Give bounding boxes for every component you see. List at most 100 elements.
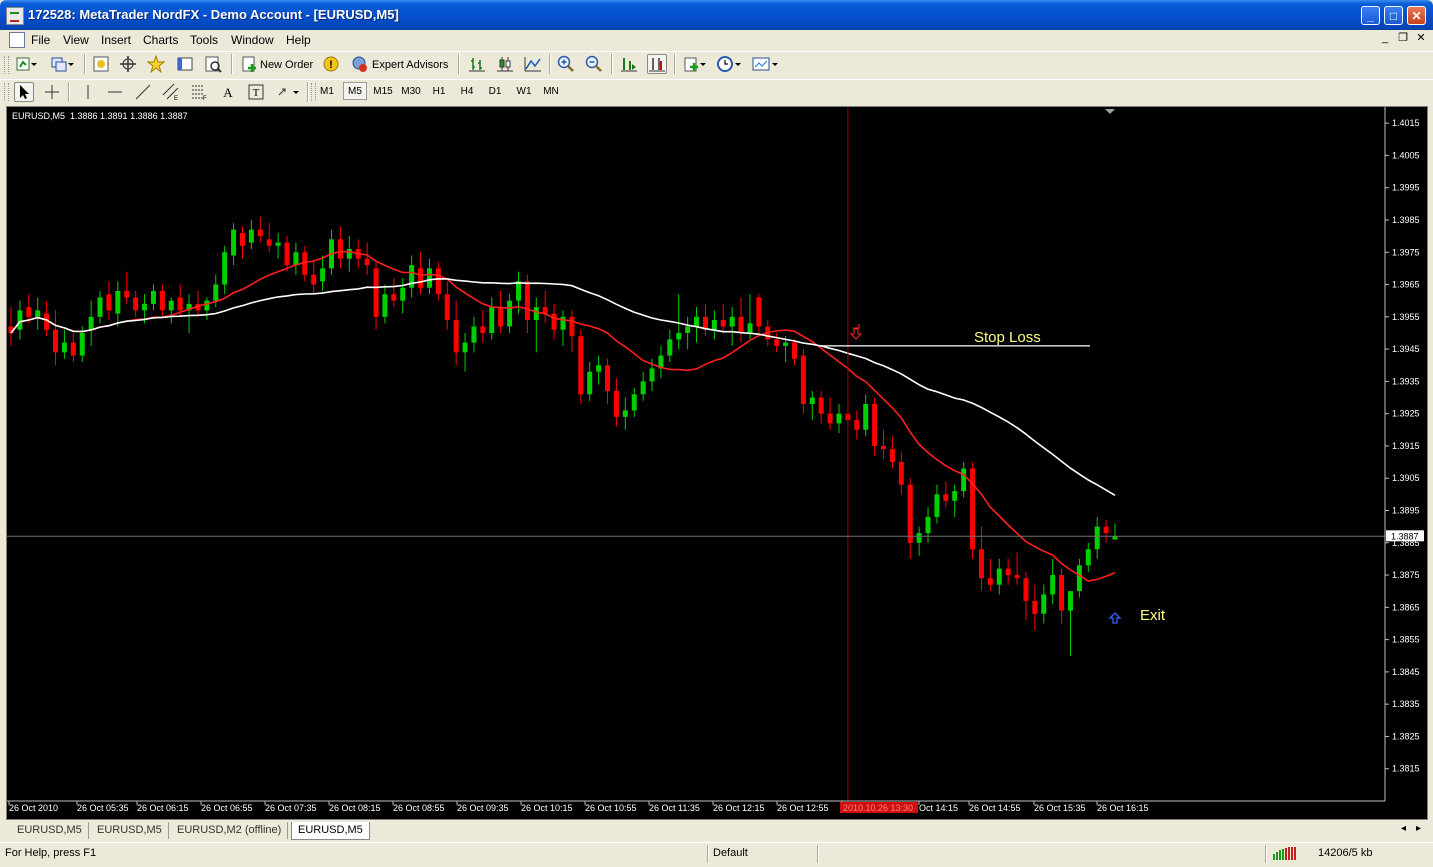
data-window-icon[interactable]: [119, 55, 137, 73]
candle-body: [1103, 526, 1109, 534]
candle-body: [711, 320, 717, 330]
chart-window-icon[interactable]: [9, 32, 25, 48]
timeframe-m5[interactable]: M5: [343, 82, 367, 100]
profiles-icon[interactable]: [51, 55, 74, 73]
candle-body: [756, 297, 762, 327]
periods-icon[interactable]: [716, 55, 741, 73]
child-restore-icon[interactable]: ❐: [1396, 31, 1410, 45]
price-tick-label: 1.3965: [1392, 280, 1420, 290]
maximize-button[interactable]: □: [1384, 6, 1403, 25]
new-order-button[interactable]: New Order: [260, 59, 313, 71]
zoom-out-icon[interactable]: [585, 55, 603, 73]
timeframe-h1[interactable]: H1: [427, 83, 451, 101]
vertical-line-icon[interactable]: [79, 83, 97, 101]
timeframe-m1[interactable]: M1: [315, 83, 339, 101]
child-minimize-icon[interactable]: _: [1378, 31, 1392, 45]
candle-body: [489, 307, 495, 333]
candle-body: [168, 300, 174, 311]
candle-body: [783, 342, 789, 346]
menu-help[interactable]: Help: [286, 33, 311, 47]
warning-icon[interactable]: !: [322, 55, 340, 73]
terminal-icon[interactable]: [176, 55, 194, 73]
crosshair-icon[interactable]: [43, 83, 61, 101]
exit-arrow-icon: [1108, 612, 1122, 624]
price-tick-label: 1.3865: [1392, 602, 1420, 612]
menu-tools[interactable]: Tools: [190, 33, 218, 47]
candle-body: [596, 365, 602, 372]
tab-scroll-right-icon[interactable]: ▸: [1416, 823, 1421, 834]
candle-body: [133, 297, 139, 311]
toolbar-grip[interactable]: [4, 83, 9, 101]
market-watch-icon[interactable]: [92, 55, 110, 73]
candlesticks-icon[interactable]: [496, 55, 514, 73]
text-icon[interactable]: A: [219, 83, 237, 101]
time-tick-label: 26 Oct 11:35: [649, 803, 700, 813]
candle-body: [471, 326, 477, 343]
timeframe-d1[interactable]: D1: [483, 83, 507, 101]
close-button[interactable]: ✕: [1407, 6, 1426, 25]
line-chart-icon[interactable]: [524, 55, 542, 73]
candle-body: [934, 494, 940, 517]
timeframe-m15[interactable]: M15: [371, 83, 395, 101]
price-chart[interactable]: 1.3887 1.40151.40051.39951.39851.39751.3…: [7, 107, 1427, 819]
candle-body: [248, 229, 254, 243]
toolbar-grip[interactable]: [4, 56, 9, 74]
menu-view[interactable]: View: [63, 33, 89, 47]
price-tick-label: 1.3995: [1392, 183, 1420, 193]
child-close-icon[interactable]: ✕: [1414, 31, 1428, 45]
timeframe-mn[interactable]: MN: [539, 83, 563, 101]
menu-insert[interactable]: Insert: [101, 33, 131, 47]
indicators-icon[interactable]: [683, 55, 706, 73]
chart-tab[interactable]: EURUSD,M5: [11, 822, 89, 839]
timeframe-w1[interactable]: W1: [512, 83, 536, 101]
horizontal-line-icon[interactable]: [106, 83, 124, 101]
toolbar-separator: [611, 54, 613, 74]
moving-average-fast: [10, 250, 1116, 582]
expert-advisors-button[interactable]: Expert Advisors: [372, 59, 448, 71]
timeframe-m30[interactable]: M30: [399, 83, 423, 101]
chart-tab-active[interactable]: EURUSD,M5: [291, 822, 370, 840]
minimize-button[interactable]: _: [1361, 6, 1380, 25]
candle-body: [1085, 549, 1091, 566]
autoscroll-icon[interactable]: [620, 55, 638, 73]
chart-tab[interactable]: EURUSD,M5: [91, 822, 169, 839]
arrows-icon[interactable]: [276, 83, 299, 101]
fibonacci-icon[interactable]: F: [190, 83, 208, 101]
trendline-icon[interactable]: [134, 83, 152, 101]
time-tick-label: 26 Oct 10:55: [585, 803, 637, 813]
chart-window[interactable]: 1.3887 1.4015 1.4005 1.3995 1.3985 1.3975 1.3…: [6, 106, 1428, 820]
navigator-icon[interactable]: [147, 55, 165, 73]
time-tick-label: 26 Oct 12:15: [713, 803, 765, 813]
toolbar-separator: [68, 82, 70, 102]
menu-window[interactable]: Window: [231, 33, 274, 47]
candle-body: [239, 232, 245, 246]
chart-shift-icon[interactable]: [647, 54, 667, 74]
menu-file[interactable]: File: [31, 33, 50, 47]
cursor-icon[interactable]: [14, 82, 34, 102]
bar-chart-icon[interactable]: [468, 55, 486, 73]
candle-body: [1067, 591, 1073, 611]
strategy-tester-icon[interactable]: [204, 55, 222, 73]
timeframe-h4[interactable]: H4: [455, 83, 479, 101]
connection-status-icon[interactable]: [1272, 846, 1298, 863]
text-label-icon[interactable]: T: [247, 83, 265, 101]
candle-body: [97, 297, 103, 317]
menu-charts[interactable]: Charts: [143, 33, 178, 47]
new-order-icon[interactable]: [240, 55, 258, 73]
zoom-in-icon[interactable]: [557, 55, 575, 73]
status-traffic: 14206/5 kb: [1318, 847, 1373, 859]
candle-body: [952, 491, 958, 501]
candle-body: [1032, 600, 1038, 614]
candle-body: [774, 339, 780, 346]
price-tick-label: 1.4015: [1392, 118, 1420, 128]
candle-body: [1005, 568, 1011, 576]
candle-body: [106, 294, 112, 311]
tab-scroll-left-icon[interactable]: ◂: [1401, 823, 1406, 834]
templates-icon[interactable]: [752, 55, 778, 73]
chart-tab[interactable]: EURUSD,M2 (offline): [171, 822, 289, 839]
time-tick-label: Oct 14:15: [919, 803, 958, 813]
new-chart-icon[interactable]: [15, 55, 37, 73]
expert-advisors-icon[interactable]: [350, 55, 368, 73]
candle-body: [640, 381, 646, 395]
equidistant-channel-icon[interactable]: E: [162, 83, 180, 101]
